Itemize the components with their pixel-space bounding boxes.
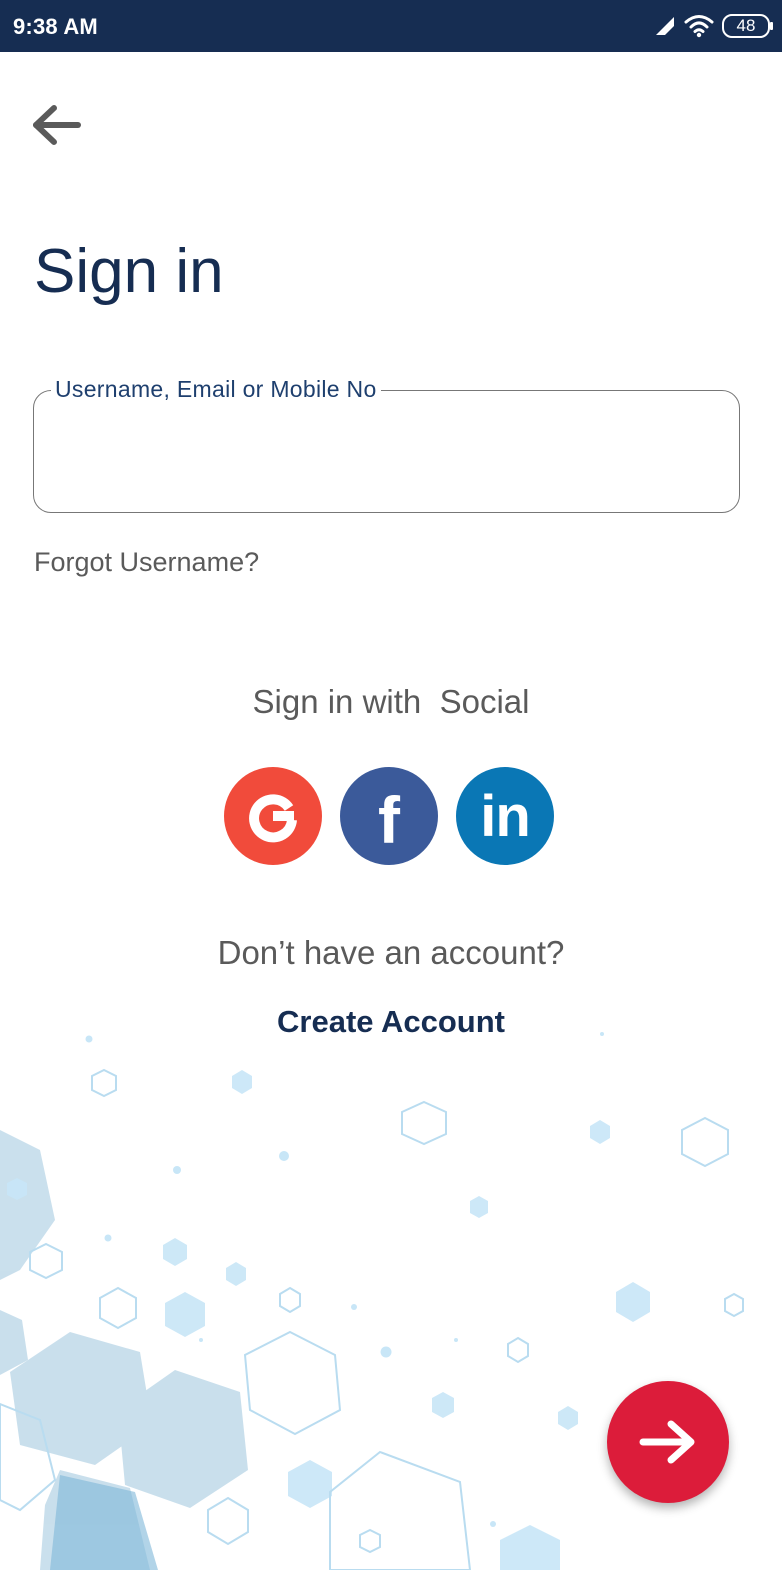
arrow-left-icon	[33, 105, 81, 145]
google-signin-button[interactable]	[224, 767, 322, 865]
signal-icon	[656, 17, 674, 35]
status-icons: 48	[654, 12, 773, 40]
status-time: 9:38 AM	[13, 14, 98, 39]
no-account-prompt: Don’t have an account?	[217, 934, 565, 971]
arrow-right-icon	[639, 1420, 695, 1464]
username-field[interactable]: Username, Email or Mobile No	[33, 376, 740, 513]
username-field-label: Username, Email or Mobile No	[51, 376, 381, 403]
forgot-username-link[interactable]: Forgot Username?	[34, 547, 259, 578]
status-bar: 9:38 AM 48	[0, 0, 782, 52]
battery-indicator: 48	[722, 14, 773, 38]
facebook-signin-button[interactable]: f	[340, 767, 438, 865]
facebook-icon: f	[378, 783, 400, 857]
linkedin-signin-button[interactable]: in	[456, 767, 554, 865]
linkedin-icon: in	[480, 784, 531, 849]
wifi-icon	[684, 15, 714, 38]
google-icon	[249, 794, 297, 843]
back-button[interactable]	[28, 100, 84, 150]
next-button[interactable]	[607, 1381, 729, 1503]
username-input[interactable]	[57, 430, 711, 482]
social-signin-heading: Sign in with Social	[252, 683, 530, 720]
page-title: Sign in	[34, 237, 224, 306]
